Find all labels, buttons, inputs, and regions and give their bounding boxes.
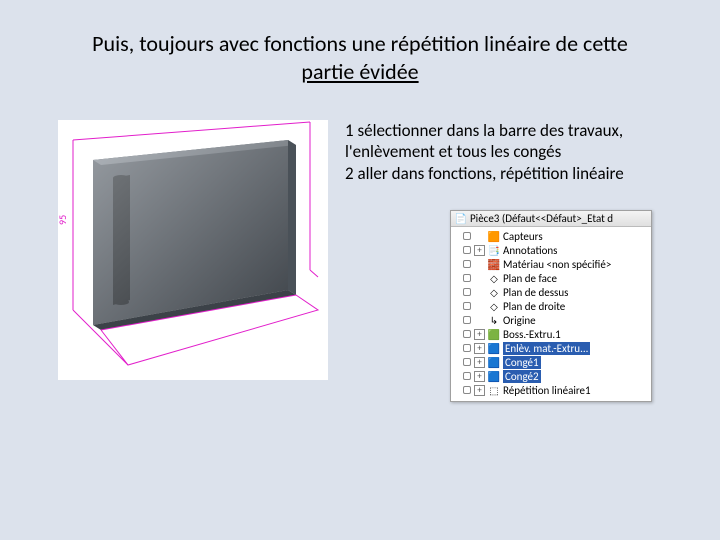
slide-title: Puis, toujours avec fonctions une répéti…: [60, 30, 660, 85]
tree-item[interactable]: ◇Plan de face: [461, 271, 651, 285]
feature-icon: 🧱: [488, 258, 500, 270]
expand-icon[interactable]: +: [474, 343, 485, 354]
cad-3d-view: 95: [58, 120, 328, 380]
feature-icon: ↳: [488, 314, 500, 326]
tree-item-label: Plan de droite: [503, 300, 565, 313]
tree-bullet: [463, 246, 471, 254]
tree-item-label: Plan de dessus: [503, 286, 568, 299]
feature-icon: 🟦: [488, 356, 500, 368]
tree-header-label: Pièce3 (Défaut<<Défaut>_Etat d: [470, 212, 613, 225]
instruction-text: 1 sélectionner dans la barre des travaux…: [345, 120, 665, 184]
tree-bullet: [463, 330, 471, 338]
feature-icon: ◇: [488, 286, 500, 298]
tree-item[interactable]: 🧱Matériau <non spécifié>: [461, 257, 651, 271]
tree-item-label: Enlèv. mat.-Extru...: [503, 342, 590, 355]
tree-item[interactable]: ◇Plan de dessus: [461, 285, 651, 299]
tree-item-label: Répétition linéaire1: [503, 384, 591, 397]
slide: Puis, toujours avec fonctions une répéti…: [0, 0, 720, 540]
expand-icon[interactable]: +: [474, 245, 485, 256]
feature-icon: ⬚: [488, 384, 500, 396]
tree-item[interactable]: ↳Origine: [461, 313, 651, 327]
tree-item[interactable]: ◇Plan de droite: [461, 299, 651, 313]
tree-item-label: Congé2: [503, 370, 541, 383]
cad-svg: 95: [58, 120, 328, 380]
tree-item[interactable]: +🟦Congé1: [461, 355, 651, 369]
tree-header[interactable]: 📄 Pièce3 (Défaut<<Défaut>_Etat d: [451, 211, 651, 227]
tree-item[interactable]: +🟦Enlèv. mat.-Extru...: [461, 341, 651, 355]
feature-icon: ◇: [488, 300, 500, 312]
tree-bullet: [463, 386, 471, 394]
feature-icon: ◇: [488, 272, 500, 284]
feature-icon: 🟦: [488, 370, 500, 382]
feature-icon: 📑: [488, 244, 500, 256]
tree-item-label: Matériau <non spécifié>: [503, 258, 611, 271]
tree-item-label: Plan de face: [503, 272, 557, 285]
tree-item-label: Boss.-Extru.1: [503, 328, 561, 341]
tree-item[interactable]: 🟧Capteurs: [461, 229, 651, 243]
tree-bullet: [463, 260, 471, 268]
tree-bullet: [463, 316, 471, 324]
tree-bullet: [463, 288, 471, 296]
tree-bullet: [463, 372, 471, 380]
expand-icon[interactable]: +: [474, 371, 485, 382]
feature-manager-tree[interactable]: 📄 Pièce3 (Défaut<<Défaut>_Etat d 🟧Capteu…: [450, 210, 652, 402]
tree-item-label: Capteurs: [503, 230, 543, 243]
tree-body: 🟧Capteurs+📑Annotations🧱Matériau <non spé…: [451, 227, 651, 399]
tree-item[interactable]: +⬚Répétition linéaire1: [461, 383, 651, 397]
expand-icon[interactable]: +: [474, 385, 485, 396]
tree-bullet: [463, 274, 471, 282]
tree-item[interactable]: +🟦Congé2: [461, 369, 651, 383]
tree-item-label: Annotations: [503, 244, 557, 257]
expand-icon[interactable]: +: [474, 329, 485, 340]
feature-icon: 🟦: [488, 342, 500, 354]
tree-bullet: [463, 344, 471, 352]
part-icon: 📄: [455, 213, 467, 225]
title-line2: partie évidée: [301, 58, 418, 85]
tree-bullet: [463, 302, 471, 310]
dimension-label: 95: [58, 215, 69, 225]
expand-icon[interactable]: +: [474, 357, 485, 368]
tree-item[interactable]: +📑Annotations: [461, 243, 651, 257]
tree-item-label: Congé1: [503, 356, 541, 369]
feature-icon: 🟩: [488, 328, 500, 340]
feature-icon: 🟧: [488, 230, 500, 242]
tree-item-label: Origine: [503, 314, 536, 327]
title-line1: Puis, toujours avec fonctions une répéti…: [92, 30, 628, 57]
tree-bullet: [463, 232, 471, 240]
tree-item[interactable]: +🟩Boss.-Extru.1: [461, 327, 651, 341]
tree-bullet: [463, 358, 471, 366]
